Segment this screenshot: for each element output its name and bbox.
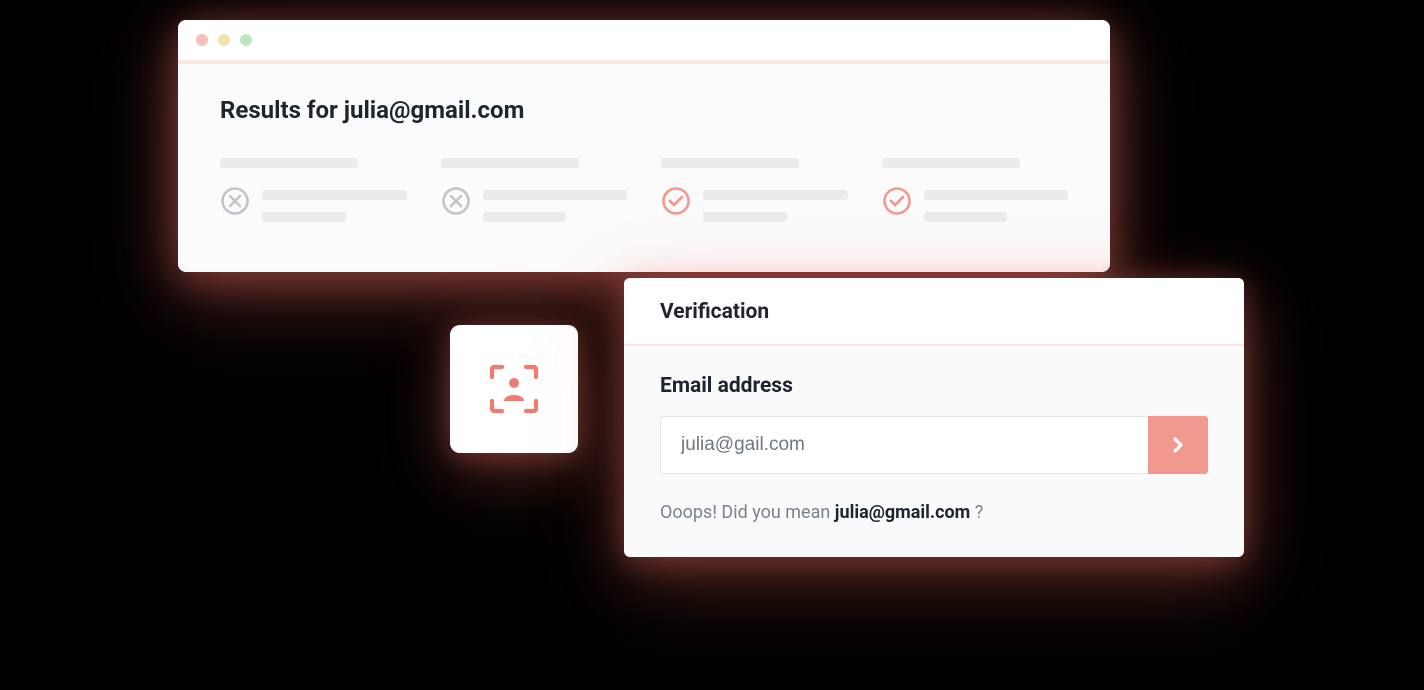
traffic-light-zoom-icon[interactable] xyxy=(240,34,252,46)
placeholder-bar xyxy=(661,158,799,168)
hint-suffix: ? xyxy=(975,502,984,523)
results-title: Results for julia@gmail.com xyxy=(220,96,1068,124)
scan-person-icon xyxy=(486,361,542,417)
results-window: Results for julia@gmail.com xyxy=(178,20,1110,272)
placeholder-bar xyxy=(262,212,346,222)
hint-suggestion[interactable]: julia@gmail.com xyxy=(835,502,970,523)
hint-text: Ooops! Did you mean julia@gmail.com ? xyxy=(660,502,1208,523)
hint-prefix: Ooops! Did you mean xyxy=(660,502,835,523)
result-card xyxy=(661,158,848,222)
check-circle-icon xyxy=(661,186,691,216)
traffic-light-minimize-icon[interactable] xyxy=(218,34,230,46)
placeholder-bar xyxy=(441,158,579,168)
x-circle-icon xyxy=(441,186,471,216)
placeholder-bar xyxy=(483,212,567,222)
placeholder-bar xyxy=(703,212,787,222)
titlebar xyxy=(178,20,1110,60)
placeholder-bar xyxy=(262,190,407,200)
email-label: Email address xyxy=(660,374,1208,398)
verification-title: Verification xyxy=(660,300,1208,324)
placeholder-bar xyxy=(924,190,1069,200)
result-card xyxy=(441,158,628,222)
placeholder-bar xyxy=(703,190,848,200)
verification-card: Verification Email address Ooops! Did yo… xyxy=(624,278,1244,557)
traffic-light-close-icon[interactable] xyxy=(196,34,208,46)
x-circle-icon xyxy=(220,186,250,216)
placeholder-bar xyxy=(882,158,1020,168)
result-card xyxy=(220,158,407,222)
email-field[interactable] xyxy=(660,416,1148,474)
placeholder-bar xyxy=(924,212,1008,222)
chevron-right-icon xyxy=(1170,437,1186,453)
submit-button[interactable] xyxy=(1148,416,1208,474)
placeholder-bar xyxy=(483,190,628,200)
scan-badge xyxy=(450,325,578,453)
verification-header: Verification xyxy=(624,278,1244,346)
placeholder-bar xyxy=(220,158,358,168)
check-circle-icon xyxy=(882,186,912,216)
result-card xyxy=(882,158,1069,222)
